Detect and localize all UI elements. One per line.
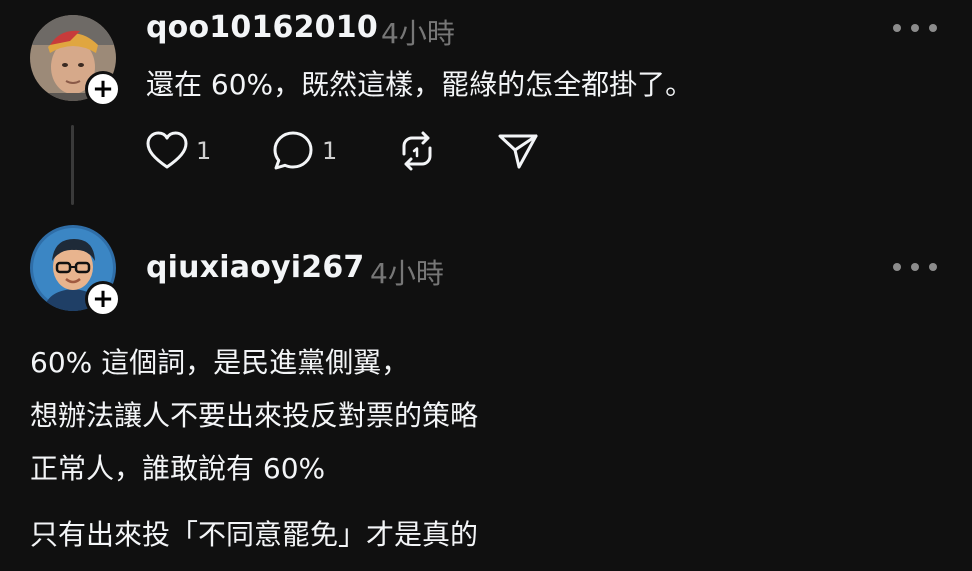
reply-button[interactable]: 1 xyxy=(272,130,337,172)
repost-button[interactable] xyxy=(396,130,438,172)
repost-icon xyxy=(402,131,432,171)
follow-plus-button[interactable]: + xyxy=(85,71,121,107)
post-text-line: 只有出來投「不同意罷免」才是真的 xyxy=(30,518,479,551)
like-button[interactable]: 1 xyxy=(146,130,211,172)
avatar[interactable]: + xyxy=(30,15,121,107)
like-count: 1 xyxy=(196,137,212,165)
reply-count: 1 xyxy=(322,137,338,165)
post-text-line: 正常人，誰敢說有 60% xyxy=(30,452,326,485)
post-text-line: 60% 這個詞，是民進黨側翼， xyxy=(30,346,410,379)
more-icon[interactable] xyxy=(893,21,937,35)
timestamp: 4小時 xyxy=(381,17,455,50)
share-icon xyxy=(498,134,538,169)
comment-icon xyxy=(273,131,313,170)
heart-icon xyxy=(146,131,188,169)
username[interactable]: qoo10162010 xyxy=(146,10,378,45)
post-text: 還在 60%，既然這樣，罷綠的怎全都掛了。 xyxy=(146,68,694,101)
thread-line xyxy=(71,125,74,205)
share-button[interactable] xyxy=(497,130,539,172)
thread-post: + qiuxiaoyi267 4小時 60% 這個詞，是民進黨側翼， 想辦法讓人… xyxy=(0,215,972,571)
plus-icon: + xyxy=(92,74,114,104)
username[interactable]: qiuxiaoyi267 xyxy=(146,250,364,285)
timestamp: 4小時 xyxy=(370,257,444,290)
post-text-line: 想辦法讓人不要出來投反對票的策略 xyxy=(30,399,479,432)
avatar[interactable]: + xyxy=(30,225,121,317)
thread-post: + qoo10162010 4小時 還在 60%，既然這樣，罷綠的怎全都掛了。 … xyxy=(0,0,972,215)
plus-icon: + xyxy=(92,284,114,314)
more-icon[interactable] xyxy=(893,260,937,274)
follow-plus-button[interactable]: + xyxy=(85,281,121,317)
